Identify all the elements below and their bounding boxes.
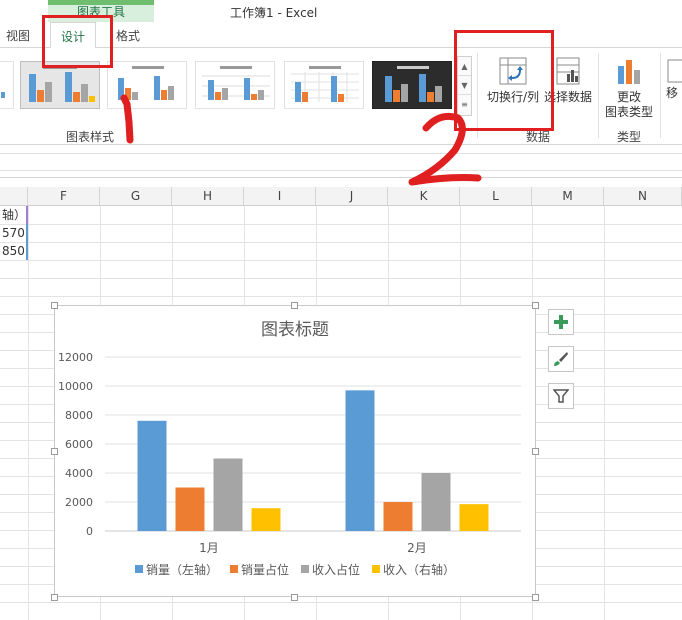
annotation-strokes	[120, 94, 482, 186]
